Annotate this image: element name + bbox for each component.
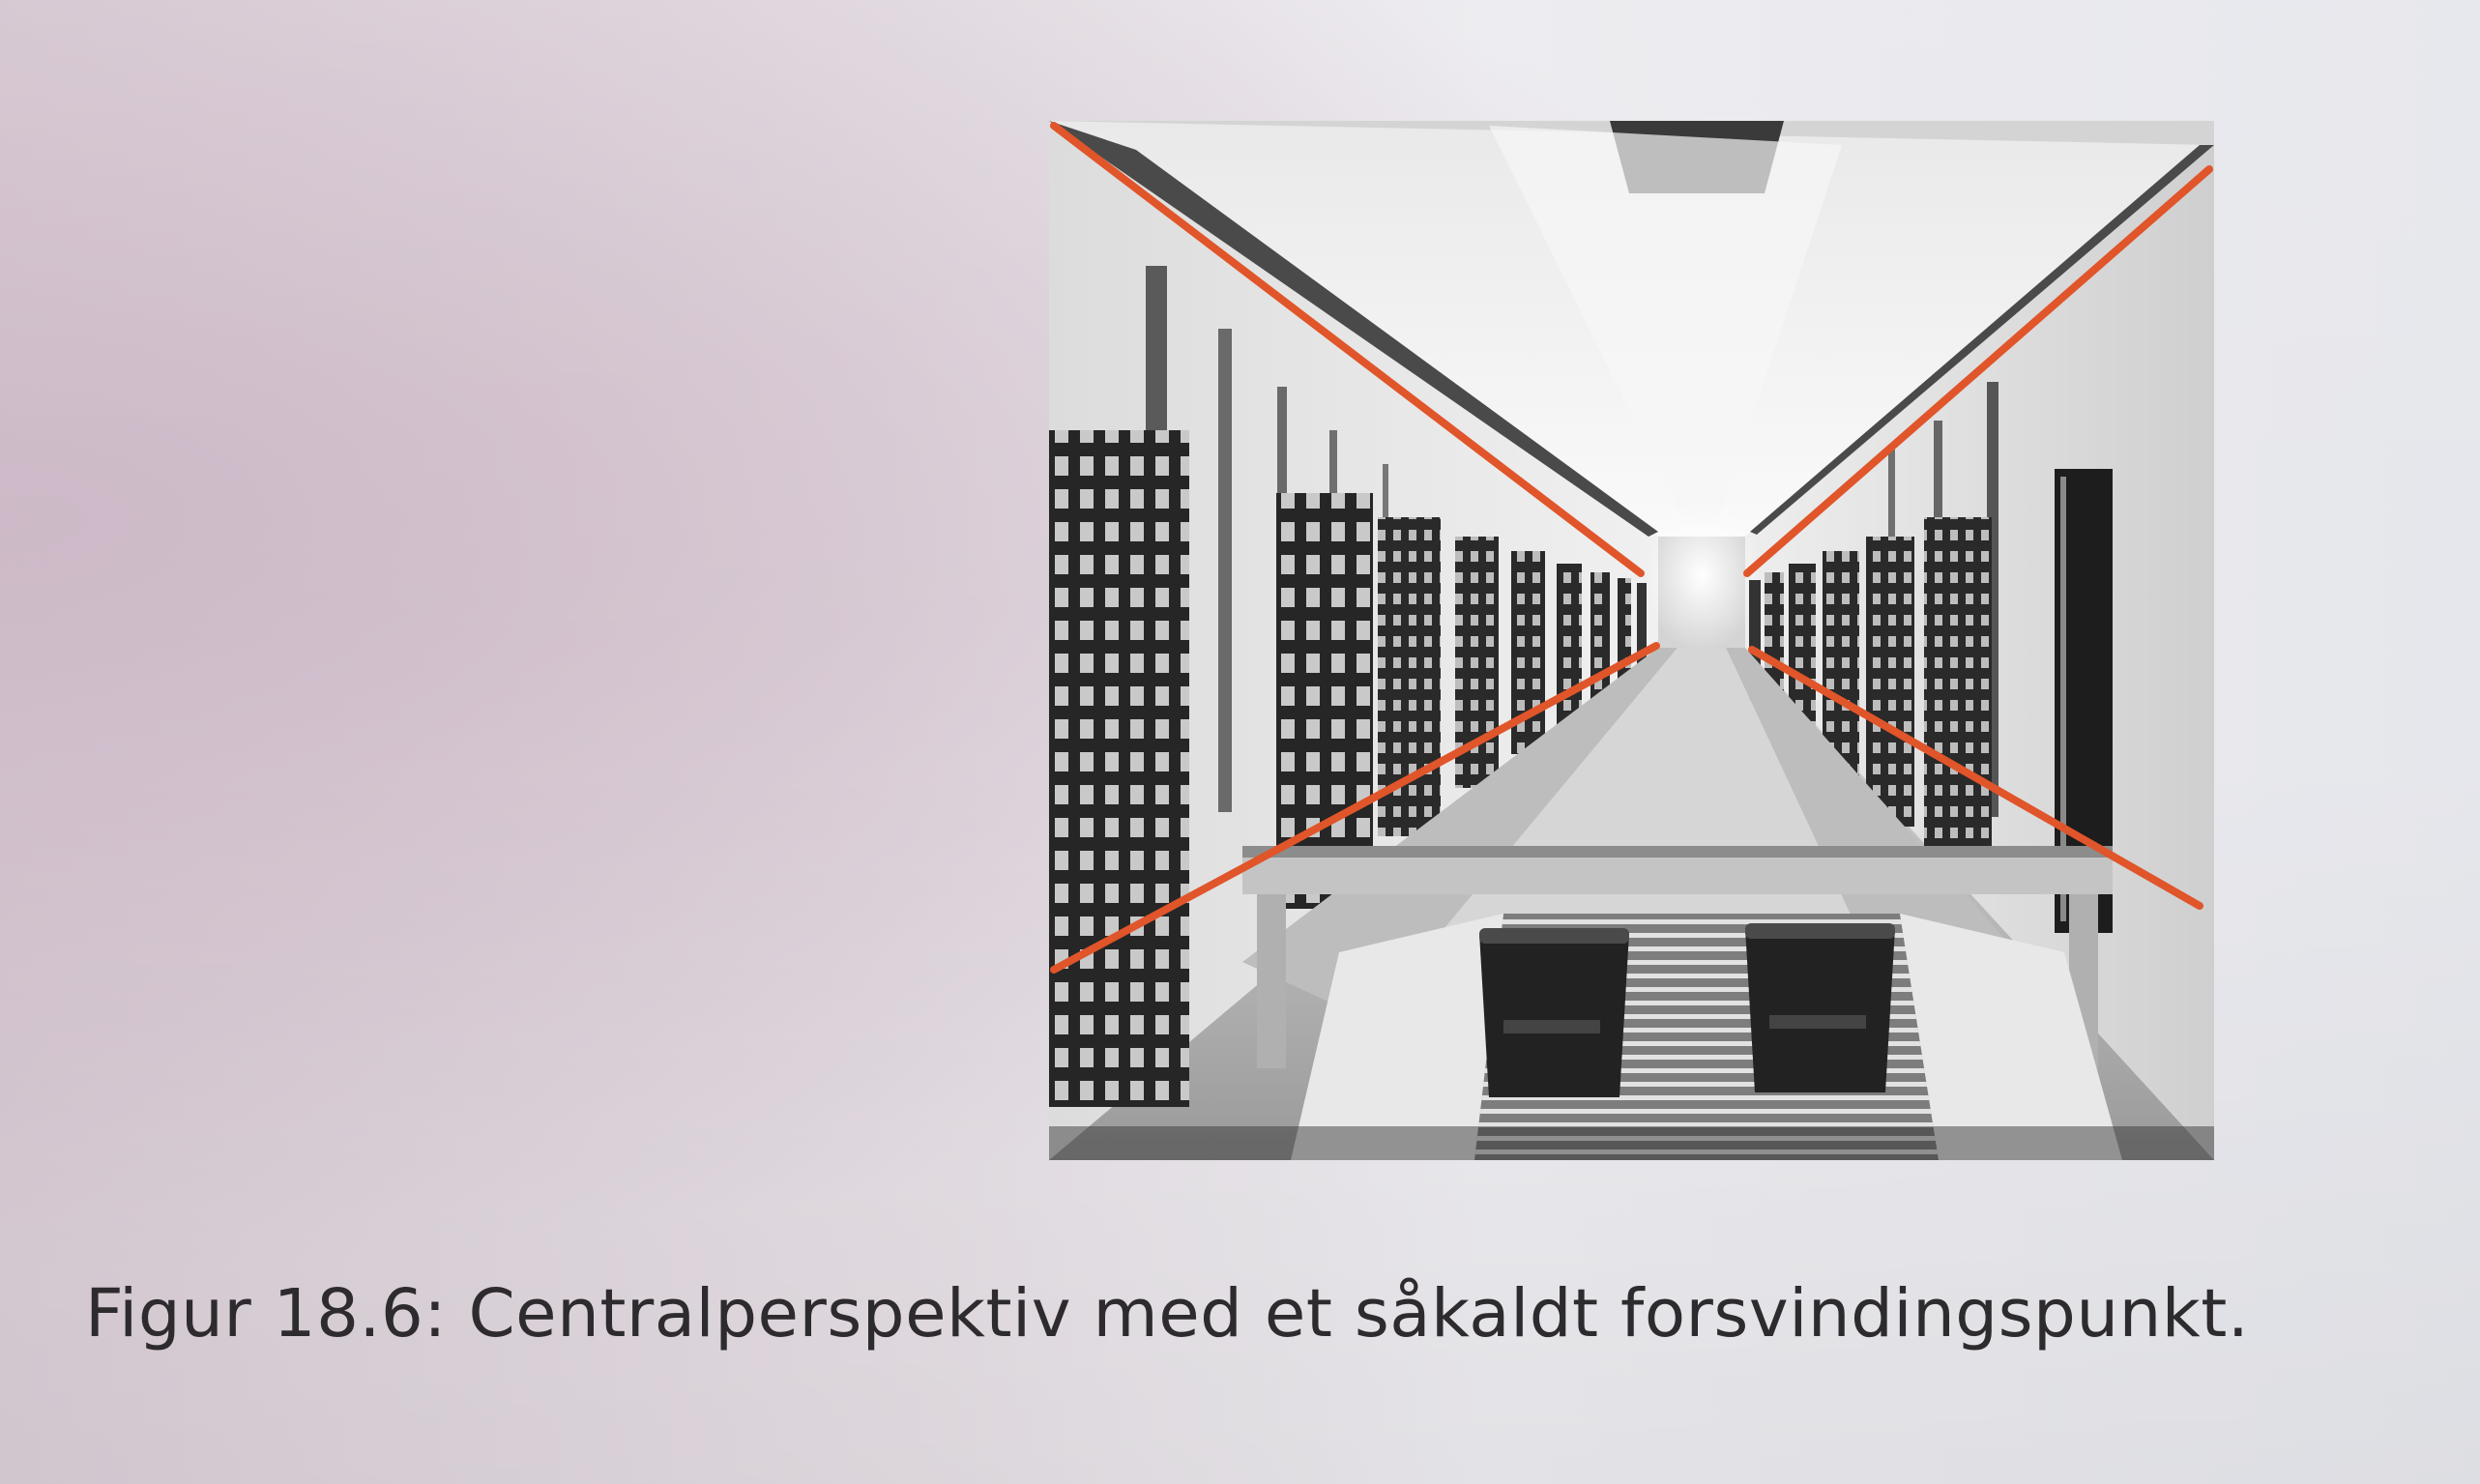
figure-caption: Figur 18.6: Centralperspektiv med et såk…: [85, 1275, 2250, 1353]
figure-photo: [1049, 121, 2214, 1160]
